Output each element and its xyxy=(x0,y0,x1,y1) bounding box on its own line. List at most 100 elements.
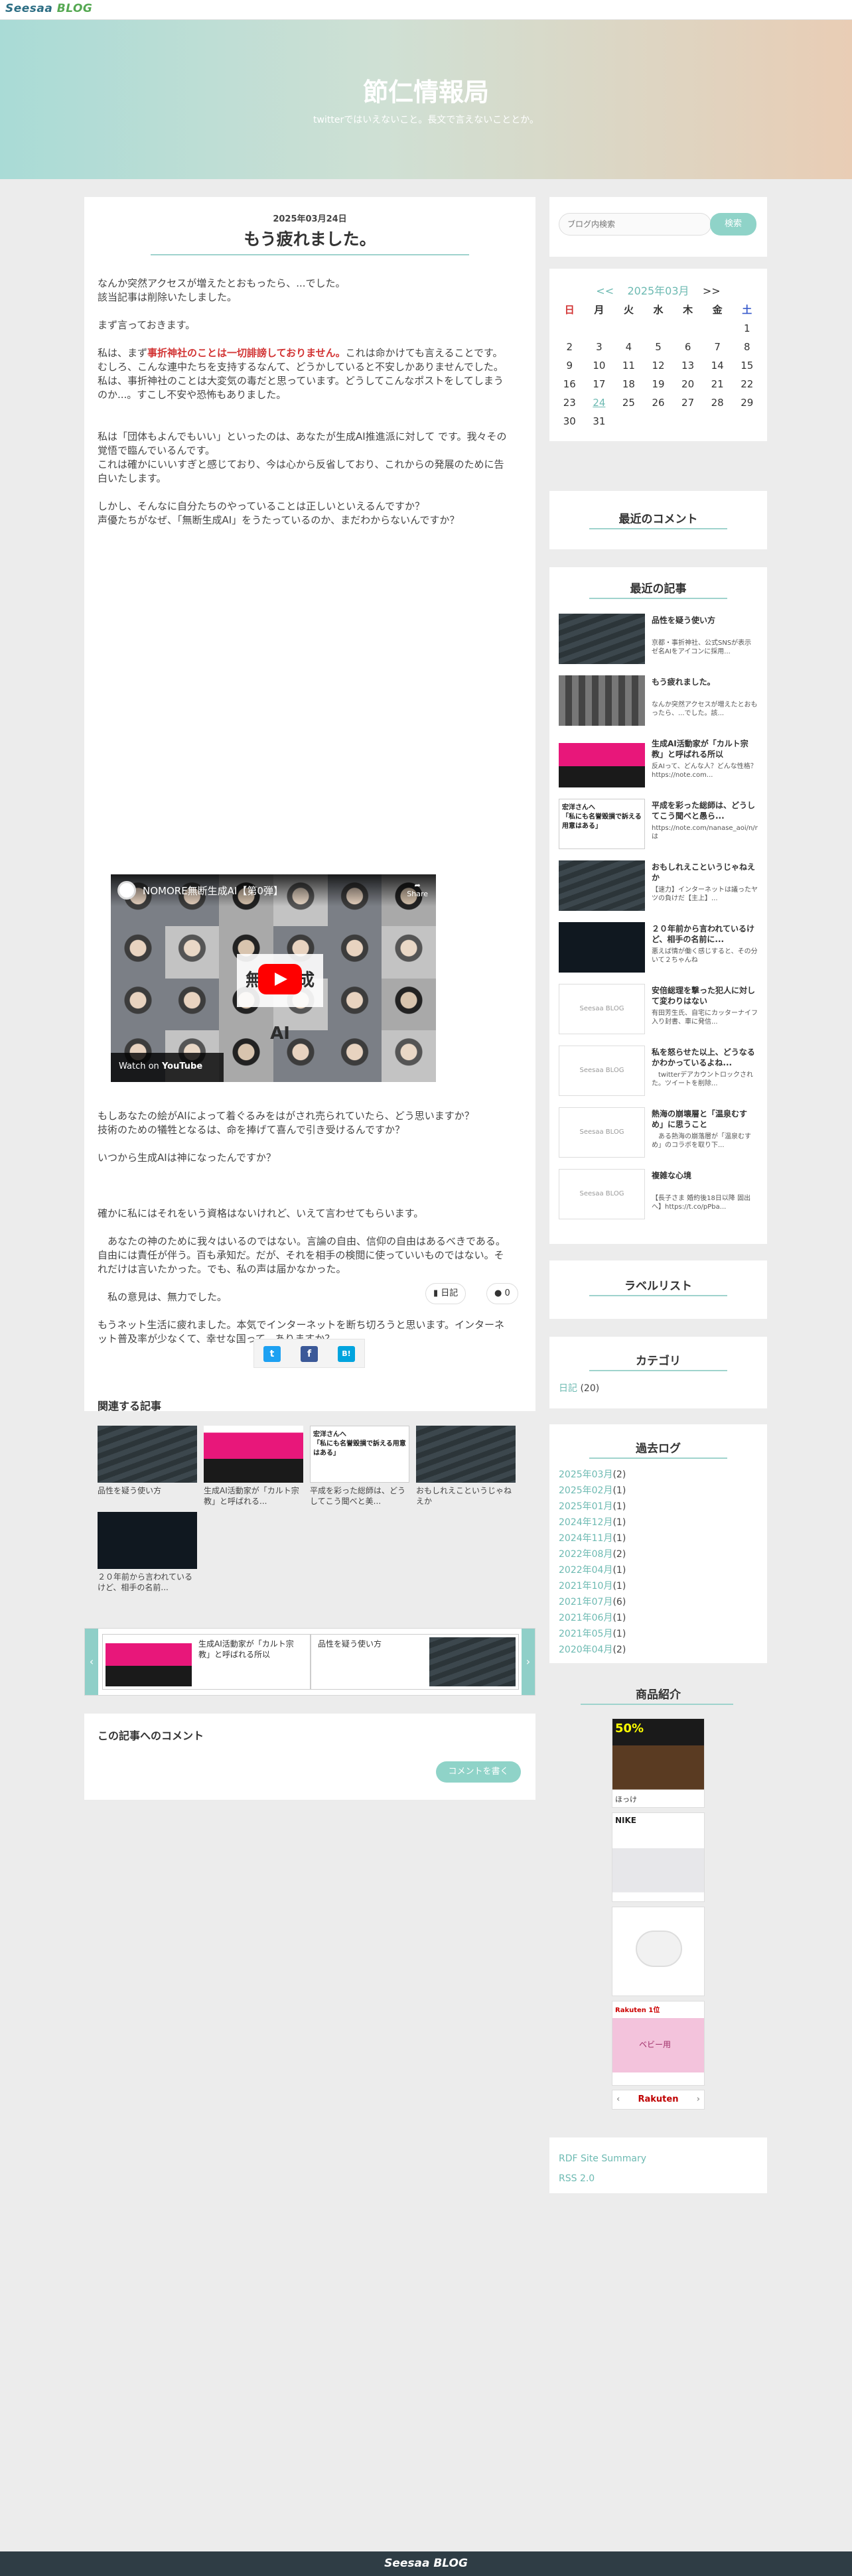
archive-item[interactable]: 2025年03月(2) xyxy=(559,1467,626,1483)
hatena-share-button[interactable]: B! xyxy=(338,1346,355,1362)
product-item[interactable] xyxy=(612,1907,705,1996)
calendar-week: 9 10 11 12 13 14 15 xyxy=(555,356,762,375)
calendar-next[interactable]: >> xyxy=(703,285,721,297)
recent-post-title[interactable]: 平成を彩った総師は、どうしてこう聞べと愚ら... xyxy=(652,800,758,821)
archive-item[interactable]: 2021年06月(1) xyxy=(559,1610,626,1626)
calendar-day: 7 xyxy=(714,341,721,353)
prev-post-thumb xyxy=(106,1637,192,1686)
related-thumb xyxy=(98,1426,197,1483)
watch-on-youtube[interactable]: Watch on YouTube xyxy=(111,1053,224,1082)
blog-title[interactable]: 節仁情報局 xyxy=(0,72,852,108)
video-title[interactable]: NOMORE無断生成AI【第0弾】 xyxy=(143,884,283,898)
archive-item[interactable]: 2025年01月(1) xyxy=(559,1499,626,1515)
related-thumb: 宏洋さんへ 「私にも名誉毀損で訴える用意はある」 xyxy=(310,1426,409,1483)
archive-item[interactable]: 2024年11月(1) xyxy=(559,1530,626,1546)
related-thumb xyxy=(416,1426,516,1483)
feed-rss[interactable]: RSS 2.0 xyxy=(559,2171,595,2187)
recent-post-title[interactable]: ２０年前から言われているけど、相手の名前に... xyxy=(652,923,758,945)
write-comment-button[interactable]: コメントを書く xyxy=(436,1761,521,1783)
facebook-share-button[interactable]: f xyxy=(301,1346,318,1362)
article-paragraph: 該当記事は削除いたしました。 xyxy=(98,291,238,303)
article-title[interactable]: もう疲れました。 xyxy=(84,226,535,250)
feed-rdf[interactable]: RDF Site Summary xyxy=(559,2151,646,2167)
bookmark-icon: ▮ xyxy=(433,1288,439,1298)
recent-post-thumb: 宏洋さんへ 「私にも名誉毀損で訴える用意はある」 xyxy=(559,799,645,849)
archive-item[interactable]: 2021年05月(1) xyxy=(559,1626,626,1642)
comment-icon: ● xyxy=(494,1288,502,1298)
article-paragraph: 私は、まず事折神社のことは一切誹謗しておりません。これは命かけても言えることです… xyxy=(98,347,503,359)
recent-post-title[interactable]: おもしれえこというじゃねえか xyxy=(652,862,758,883)
archive-item[interactable]: 2020年04月(2) xyxy=(559,1642,626,1658)
calendar-day: 29 xyxy=(741,397,754,409)
twitter-share-button[interactable]: t xyxy=(263,1346,281,1362)
related-item[interactable]: ２０年前から言われているけど、相手の名前... xyxy=(98,1512,197,1593)
recent-post-title[interactable]: 安倍総理を撃った犯人に対して変わりはない xyxy=(652,985,758,1006)
calendar-day xyxy=(732,412,762,431)
archive-item[interactable]: 2022年04月(1) xyxy=(559,1562,626,1578)
recent-post-item[interactable]: Seesaa BLOG 熱海の崩壊層と「温泉むすめ」に思うこと ある熱海の崩落層が… xyxy=(559,1107,758,1160)
recent-post-item[interactable]: もう疲れました。 なんか突然アクセスが増えたとおもったら、...でした。該... xyxy=(559,675,758,728)
next-post-thumb xyxy=(429,1637,516,1686)
recent-post-item[interactable]: ２０年前から言われているけど、相手の名前に... 悪えば情が働く感じすると、その分… xyxy=(559,922,758,975)
product-next[interactable]: › xyxy=(697,2090,700,2109)
recent-post-title[interactable]: 熱海の崩壊層と「温泉むすめ」に思うこと xyxy=(652,1109,758,1130)
recent-post-item[interactable]: Seesaa BLOG 安倍総理を撃った犯人に対して変わりはない 有田芳生氏、自宅に… xyxy=(559,984,758,1037)
calendar-prev[interactable]: << xyxy=(596,285,614,297)
product-item[interactable]: Rakuten 1位 ベビー用 xyxy=(612,2001,705,2086)
channel-avatar[interactable] xyxy=(117,881,136,900)
next-post-link[interactable]: 品性を疑う使い方 xyxy=(311,1634,519,1690)
recent-post-title[interactable]: 私を怒らせた以上、どうなるかわかっているよね... xyxy=(652,1047,758,1068)
related-item[interactable]: 宏洋さんへ 「私にも名誉毀損で訴える用意はある」 平成を彩った総師は、どうしてこう聞… xyxy=(310,1426,409,1507)
related-item[interactable]: 生成AI活動家が「カルト宗教」と呼ばれる... xyxy=(204,1426,303,1507)
archive-item[interactable]: 2021年07月(6) xyxy=(559,1594,626,1610)
product-prev[interactable]: ‹ xyxy=(616,2090,620,2109)
search-input[interactable] xyxy=(559,213,711,236)
recent-posts-widget: 最近の記事 品性を疑う使い方 京都・事折神社、公式SNSが表示ゼ名AIをアイコンに… xyxy=(549,567,767,1244)
recent-post-excerpt: 【速力】インターネットは議ったヤツの負けだ【主上】... xyxy=(652,886,758,902)
archive-item[interactable]: 2022年08月(2) xyxy=(559,1546,626,1562)
product-item[interactable]: 50% ほっけ xyxy=(612,1718,705,1808)
prev-post-link[interactable]: 生成AI活動家が「カルト宗教」と呼ばれる所以 xyxy=(102,1634,311,1690)
recent-post-title[interactable]: 複雑な心境 xyxy=(652,1170,758,1181)
calendar-day xyxy=(703,319,733,338)
related-item[interactable]: おもしれえこというじゃねえか xyxy=(416,1426,516,1507)
product-item[interactable]: NIKE xyxy=(612,1812,705,1902)
recent-post-item[interactable]: Seesaa BLOG 私を怒らせた以上、どうなるかわかっているよね... twi… xyxy=(559,1046,758,1099)
calendar-day: 8 xyxy=(743,341,750,353)
category-heading: カテゴリ xyxy=(636,1355,681,1368)
category-tag[interactable]: ▮ 日記 xyxy=(425,1283,466,1304)
prev-arrow[interactable]: ‹ xyxy=(85,1629,98,1695)
recent-post-item[interactable]: おもしれえこというじゃねえか【速力】インターネットは議ったヤツの負けだ【主上】.… xyxy=(559,860,758,914)
youtube-embed[interactable]: 無断生成AI NOMORE無断生成AI【第0弾】 ➦Share Watch on… xyxy=(111,874,436,1082)
calendar-month[interactable]: 2025年03月 xyxy=(627,285,689,297)
category-item[interactable]: 日記 (20) xyxy=(559,1381,599,1396)
recent-post-title[interactable]: 生成AI活動家が「カルト宗教」と呼ばれる所以 xyxy=(652,738,758,760)
play-button[interactable] xyxy=(258,964,302,994)
related-item[interactable]: 品性を疑う使い方 xyxy=(98,1426,197,1507)
recent-post-item[interactable]: 生成AI活動家が「カルト宗教」と呼ばれる所以 反AIって、どんな人？どんな性格？ … xyxy=(559,737,758,790)
archive-item[interactable]: 2021年10月(1) xyxy=(559,1578,626,1594)
recent-post-excerpt: twitterデアカウントロックされた。ツイートを削除... xyxy=(652,1071,753,1087)
article-paragraph: まず言っておきます。 xyxy=(98,319,196,331)
recent-post-item[interactable]: 品性を疑う使い方 京都・事折神社、公式SNSが表示ゼ名AIをアイコンに採用... xyxy=(559,614,758,667)
search-button[interactable]: 検索 xyxy=(710,213,756,236)
comment-count[interactable]: ● 0 xyxy=(486,1283,518,1304)
category-widget: カテゴリ 日記 (20) xyxy=(549,1337,767,1408)
archive-item[interactable]: 2025年02月(1) xyxy=(559,1483,626,1499)
recent-post-item[interactable]: 宏洋さんへ 「私にも名誉毀損で訴える用意はある」 平成を彩った総師は、どうしてこう聞… xyxy=(559,799,758,852)
share-video-button[interactable]: ➦ Share xyxy=(407,881,428,898)
recent-post-title[interactable]: 品性を疑う使い方 xyxy=(652,615,758,626)
footer-logo[interactable]: Seesaa BLOG xyxy=(0,2557,852,2570)
weekday-label: 金 xyxy=(712,304,723,316)
calendar-day[interactable]: 24 xyxy=(585,393,614,412)
recent-post-title[interactable]: もう疲れました。 xyxy=(652,677,758,687)
article-paragraph: なんか突然アクセスが増えたとおもったら、...でした。 xyxy=(98,277,346,289)
next-arrow[interactable]: › xyxy=(522,1629,535,1695)
archive-item[interactable]: 2024年12月(1) xyxy=(559,1515,626,1530)
recent-post-item[interactable]: Seesaa BLOG 複雑な心境 【長子さま 婚約後18日以降 固出へ】https… xyxy=(559,1169,758,1222)
article-paragraph xyxy=(98,416,509,430)
rakuten-bar[interactable]: ‹ Rakuten › xyxy=(612,2090,705,2110)
weekday-label: 水 xyxy=(653,304,664,316)
calendar-day: 15 xyxy=(741,360,754,372)
seesaa-logo[interactable]: Seesaa BLOG xyxy=(5,2,92,15)
